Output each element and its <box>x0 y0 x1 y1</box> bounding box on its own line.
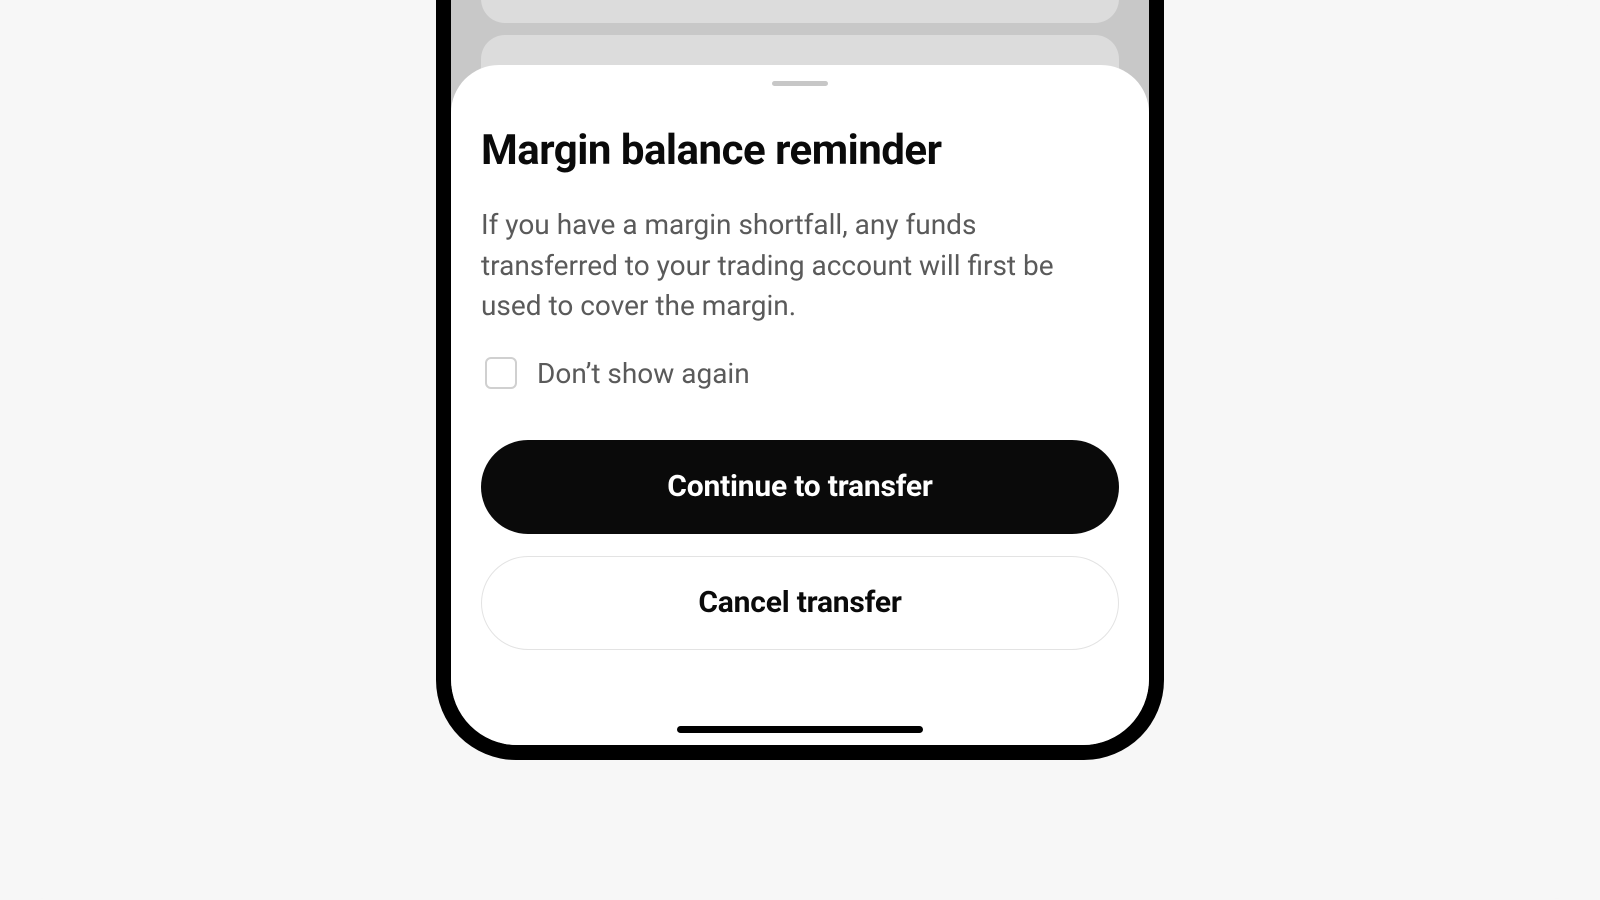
background-card <box>481 0 1119 23</box>
sheet-body-text: If you have a margin shortfall, any fund… <box>481 205 1119 327</box>
cancel-transfer-button[interactable]: Cancel transfer <box>481 556 1119 650</box>
continue-transfer-button[interactable]: Continue to transfer <box>481 440 1119 534</box>
dont-show-again-label: Don’t show again <box>537 357 750 390</box>
drag-handle[interactable] <box>772 81 828 86</box>
home-indicator[interactable] <box>677 726 923 733</box>
phone-screen: Margin balance reminder If you have a ma… <box>451 0 1149 745</box>
continue-transfer-label: Continue to transfer <box>667 469 932 504</box>
phone-frame: Margin balance reminder If you have a ma… <box>436 0 1164 760</box>
bottom-sheet: Margin balance reminder If you have a ma… <box>451 65 1149 745</box>
dont-show-again-row[interactable]: Don’t show again <box>481 357 1119 390</box>
cancel-transfer-label: Cancel transfer <box>698 585 901 620</box>
dont-show-again-checkbox[interactable] <box>485 357 517 389</box>
sheet-title: Margin balance reminder <box>481 126 1119 175</box>
